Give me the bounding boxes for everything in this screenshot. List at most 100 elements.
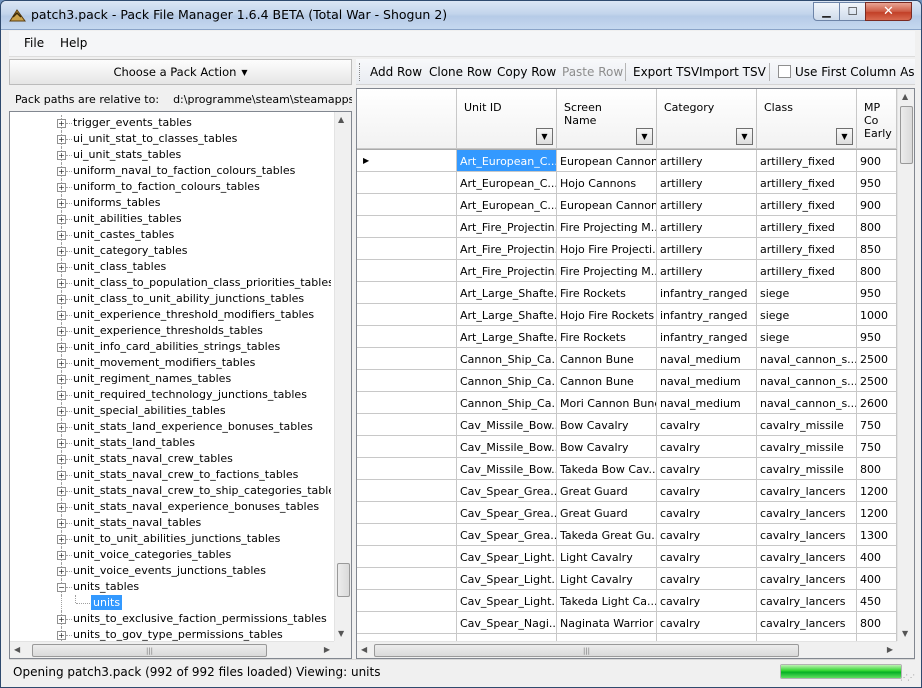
table-row[interactable]: Art_Large_Shafte... Hojo Fire Rockets infa… <box>357 304 897 326</box>
table-cell[interactable]: cavalry_missile <box>757 436 857 458</box>
table-row[interactable]: Art_Fire_Projectin... Fire Projecting M..… <box>357 260 897 282</box>
column-header[interactable]: Screen Name ▼ <box>557 89 657 149</box>
expand-icon[interactable]: + <box>57 487 66 496</box>
expand-icon[interactable]: + <box>57 551 66 560</box>
table-cell[interactable]: 850 <box>857 238 897 260</box>
scroll-left-icon[interactable]: ◀ <box>14 645 20 654</box>
row-header[interactable] <box>357 612 457 634</box>
scroll-down-icon[interactable]: ▼ <box>902 629 908 638</box>
table-cell[interactable]: artillery_fixed <box>757 216 857 238</box>
tree-item[interactable]: + unit_stats_naval_experience_bonuses_tab… <box>10 499 331 515</box>
table-cell[interactable]: 800 <box>857 612 897 634</box>
expand-icon[interactable]: + <box>57 631 66 640</box>
table-cell[interactable]: 1300 <box>857 524 897 546</box>
table-cell[interactable]: Art_Large_Shafte... <box>457 304 557 326</box>
tree-item[interactable]: + unit_stats_naval_crew_to_factions_table… <box>10 467 331 483</box>
expand-icon[interactable]: + <box>57 199 66 208</box>
column-header[interactable]: MP Co Early <box>857 89 897 149</box>
table-cell[interactable]: Art_European_C... <box>457 150 557 172</box>
tree-item[interactable]: + unit_stats_naval_crew_to_ship_categorie… <box>10 483 331 499</box>
column-header[interactable]: Class ▼ <box>757 89 857 149</box>
maximize-button[interactable]: ☐ <box>839 2 866 21</box>
table-cell[interactable]: European Cannons <box>557 150 657 172</box>
table-row[interactable]: Art_Fire_Projectin... Fire Projecting M..… <box>357 216 897 238</box>
expand-icon[interactable]: + <box>57 279 66 288</box>
table-cell[interactable]: cavalry_lancers <box>757 612 857 634</box>
row-header[interactable] <box>357 194 457 216</box>
scroll-right-icon[interactable]: ▶ <box>324 645 330 654</box>
tree-item[interactable]: + ui_unit_stat_to_classes_tables <box>10 131 331 147</box>
table-row[interactable]: Art_Large_Shafte... Fire Rockets infantry_… <box>357 326 897 348</box>
table-cell[interactable]: cavalry <box>657 546 757 568</box>
table-cell[interactable]: 750 <box>857 414 897 436</box>
table-cell[interactable]: 950 <box>857 326 897 348</box>
table-cell[interactable]: cavalry_lancers <box>757 568 857 590</box>
grid-hscroll-thumb[interactable]: ||| <box>374 644 799 657</box>
tree-item[interactable]: − units_tables <box>10 579 331 595</box>
table-cell[interactable]: Cav_Missile_Bow... <box>457 458 557 480</box>
tree-item[interactable]: + unit_abilities_tables <box>10 211 331 227</box>
row-header[interactable] <box>357 502 457 524</box>
table-cell[interactable]: 900 <box>857 194 897 216</box>
table-cell[interactable]: naval_medium <box>657 370 757 392</box>
table-cell[interactable]: Cannon_Ship_Ca... <box>457 348 557 370</box>
table-row[interactable]: Cav_Spear_Grea... Great Guard cavalry caval… <box>357 502 897 524</box>
table-cell[interactable]: artillery_fixed <box>757 260 857 282</box>
tree-item-selected[interactable]: units <box>10 595 331 611</box>
table-row[interactable]: Cav_Spear_Light... Light Cavalry cavalry ca… <box>357 568 897 590</box>
table-cell[interactable]: 450 <box>857 590 897 612</box>
table-cell[interactable]: Hojo Fire Rockets <box>557 304 657 326</box>
expand-icon[interactable]: + <box>57 471 66 480</box>
row-header[interactable] <box>357 370 457 392</box>
row-header[interactable] <box>357 348 457 370</box>
tree-item[interactable]: + unit_stats_land_experience_bonuses_tabl… <box>10 419 331 435</box>
row-header[interactable] <box>357 238 457 260</box>
tree-item[interactable]: + unit_stats_land_tables <box>10 435 331 451</box>
expand-icon[interactable]: + <box>57 295 66 304</box>
table-cell[interactable]: siege <box>757 282 857 304</box>
table-row[interactable]: Art_European_C... European Cannons artille… <box>357 194 897 216</box>
table-cell[interactable]: Naginata Warrior ... <box>557 612 657 634</box>
table-cell[interactable]: infantry_ranged <box>657 326 757 348</box>
table-row[interactable]: Cav_Spear_Light... Light Cavalry cavalry ca… <box>357 546 897 568</box>
tree-item[interactable]: + units_to_exclusive_faction_permissions_… <box>10 611 331 627</box>
tree-item[interactable]: + uniform_to_faction_colours_tables <box>10 179 331 195</box>
expand-icon[interactable]: + <box>57 167 66 176</box>
table-cell[interactable]: Art_European_C... <box>457 194 557 216</box>
row-header[interactable]: ▶ <box>357 150 457 172</box>
table-cell[interactable]: artillery_fixed <box>757 172 857 194</box>
table-cell[interactable]: Art_Large_Shafte... <box>457 282 557 304</box>
table-cell[interactable]: artillery <box>657 194 757 216</box>
expand-icon[interactable]: + <box>57 247 66 256</box>
table-cell[interactable]: Light Cavalry <box>557 546 657 568</box>
title-bar[interactable]: patch3.pack - Pack File Manager 1.6.4 BE… <box>1 1 921 30</box>
table-cell[interactable]: cavalry <box>657 414 757 436</box>
table-cell[interactable]: 900 <box>857 150 897 172</box>
table-row[interactable]: Cannon_Ship_Ca... Mori Cannon Bune naval_m… <box>357 392 897 414</box>
table-cell[interactable]: European Cannons <box>557 194 657 216</box>
table-cell[interactable]: 400 <box>857 546 897 568</box>
column-header[interactable]: Unit ID ▼ <box>457 89 557 149</box>
table-cell[interactable]: cavalry <box>657 612 757 634</box>
tree-item[interactable]: + unit_category_tables <box>10 243 331 259</box>
scroll-up-icon[interactable]: ▲ <box>902 92 908 101</box>
table-cell[interactable]: Cannon_Ship_Ca... <box>457 370 557 392</box>
scroll-down-icon[interactable]: ▼ <box>338 629 344 638</box>
column-filter-dropdown-icon[interactable]: ▼ <box>836 128 853 145</box>
table-cell[interactable]: Cav_Spear_Light... <box>457 546 557 568</box>
table-row[interactable]: Art_Large_Shafte... Fire Rockets infantry_… <box>357 282 897 304</box>
row-header[interactable] <box>357 282 457 304</box>
table-cell[interactable]: naval_cannon_s... <box>757 370 857 392</box>
table-cell[interactable]: cavalry_lancers <box>757 546 857 568</box>
table-cell[interactable]: Cannon Bune <box>557 370 657 392</box>
expand-icon[interactable]: + <box>57 615 66 624</box>
add-row-button[interactable]: Add Row <box>370 65 422 79</box>
expand-icon[interactable]: + <box>57 423 66 432</box>
table-row[interactable]: Cav_Missile_Bow... Bow Cavalry cavalry cava… <box>357 414 897 436</box>
toolbar-grip[interactable] <box>359 63 362 81</box>
expand-icon[interactable]: + <box>57 567 66 576</box>
table-cell[interactable]: siege <box>757 326 857 348</box>
resize-grip-icon[interactable]: ⋰⋰ <box>900 673 915 682</box>
clone-row-button[interactable]: Clone Row <box>429 65 492 79</box>
expand-icon[interactable]: + <box>57 215 66 224</box>
